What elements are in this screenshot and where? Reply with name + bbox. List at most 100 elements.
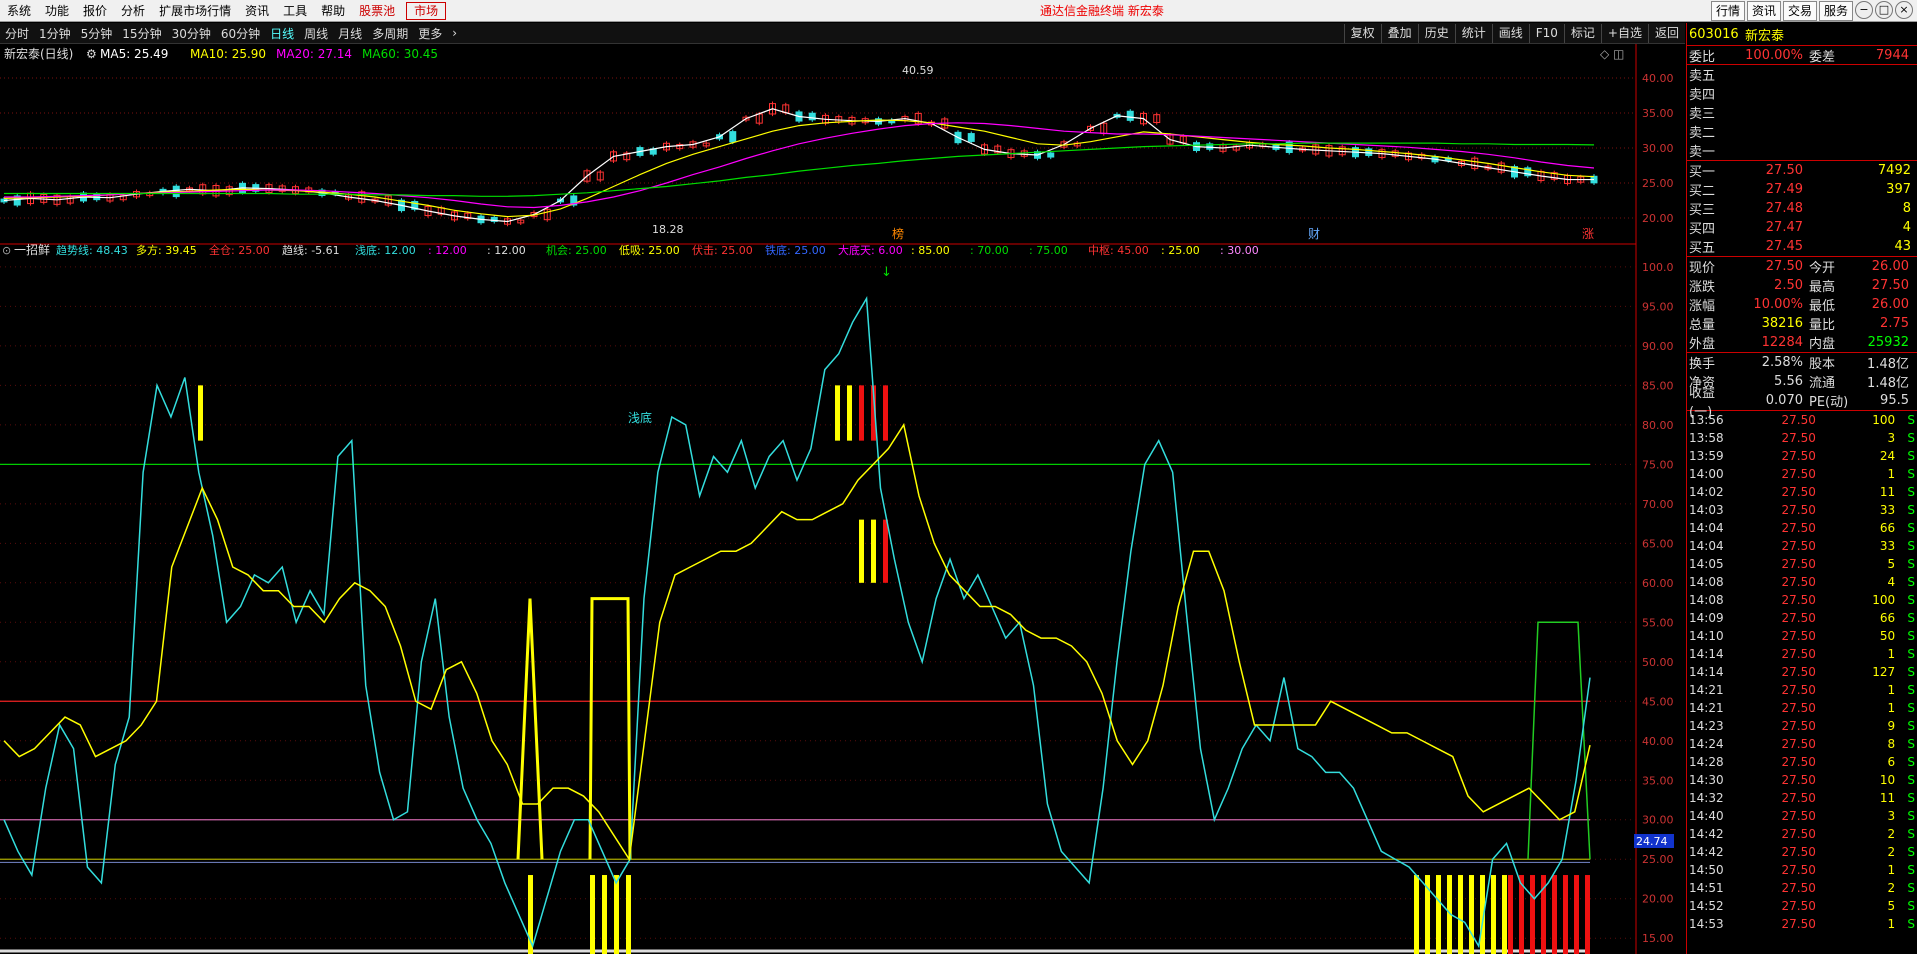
- f10-button[interactable]: F10: [1528, 24, 1564, 43]
- quote-label: 最高: [1809, 280, 1836, 295]
- menu-item-extended-market[interactable]: 扩展市场行情: [152, 0, 238, 22]
- more-periods-button[interactable]: 更多: [413, 25, 447, 42]
- quote-label: 总量: [1689, 318, 1716, 333]
- tick-row[interactable]: 14:28 27.50 6 S: [1687, 753, 1917, 771]
- menu-item-news[interactable]: 资讯: [238, 0, 276, 22]
- tick-volume: 11: [1879, 485, 1896, 499]
- service-button[interactable]: 服务: [1818, 1, 1853, 21]
- stats-button[interactable]: 统计: [1454, 24, 1492, 43]
- gear-icon[interactable]: ⚙: [86, 47, 97, 61]
- tick-row[interactable]: 14:52 27.50 5 S: [1687, 897, 1917, 915]
- period-tab[interactable]: 1分钟: [34, 25, 76, 42]
- tick-row[interactable]: 14:08 27.50 100 S: [1687, 591, 1917, 609]
- add-watchlist-button[interactable]: +自选: [1600, 24, 1648, 43]
- chevron-right-icon: ›: [452, 26, 458, 40]
- tick-price: 27.50: [1781, 665, 1816, 679]
- period-tab[interactable]: 多周期: [367, 25, 413, 42]
- menu-item-help[interactable]: 帮助: [314, 0, 352, 22]
- tick-row[interactable]: 14:24 27.50 8 S: [1687, 735, 1917, 753]
- tick-row[interactable]: 14:04 27.50 33 S: [1687, 537, 1917, 555]
- period-tab[interactable]: 60分钟: [216, 25, 265, 42]
- minimize-icon[interactable]: −: [1855, 1, 1873, 19]
- candle-body: [1047, 152, 1055, 158]
- tick-row[interactable]: 14:42 27.50 2 S: [1687, 825, 1917, 843]
- candle-body: [808, 112, 816, 121]
- tick-row[interactable]: 14:32 27.50 11 S: [1687, 789, 1917, 807]
- candle-body: [967, 133, 975, 142]
- tick-row[interactable]: 13:58 27.50 3 S: [1687, 429, 1917, 447]
- tick-row[interactable]: 14:08 27.50 4 S: [1687, 573, 1917, 591]
- maximize-icon[interactable]: □: [1875, 1, 1893, 19]
- tick-row[interactable]: 14:04 27.50 66 S: [1687, 519, 1917, 537]
- period-tab[interactable]: 15分钟: [117, 25, 166, 42]
- draw-button[interactable]: 画线: [1491, 24, 1529, 43]
- kline-panel[interactable]: 40.00 35.00 30.00 25.00 20.00 新宏泰(日线) ⚙ MA5:…: [0, 44, 1674, 954]
- menu-item-quote[interactable]: 报价: [76, 0, 114, 22]
- commission-diff-label: 委差: [1809, 49, 1836, 65]
- tick-row[interactable]: 14:42 27.50 2 S: [1687, 843, 1917, 861]
- period-tab-daily[interactable]: 日线: [265, 25, 299, 42]
- tick-list[interactable]: 13:56 27.50 100 S 13:58 27.50 3 S 13:59 27.50 24 S 1…: [1687, 410, 1917, 933]
- event-marker-finance[interactable]: 财: [1308, 227, 1320, 241]
- tick-row[interactable]: 14:10 27.50 50 S: [1687, 627, 1917, 645]
- tick-row[interactable]: 14:53 27.50 1 S: [1687, 915, 1917, 933]
- period-tab[interactable]: 30分钟: [167, 25, 216, 42]
- period-tab[interactable]: 月线: [333, 25, 367, 42]
- period-tab[interactable]: 5分钟: [76, 25, 118, 42]
- menu-item-system[interactable]: 系统: [0, 0, 38, 22]
- panel-control-icon[interactable]: ◇ ◫: [1600, 47, 1624, 61]
- close-icon[interactable]: ×: [1895, 1, 1913, 19]
- event-marker-rank[interactable]: 榜: [892, 226, 904, 241]
- indicator-panel[interactable]: 100.0 95.00 90.00 85.00 80.00 75.00 70.00 65.00…: [0, 243, 1674, 954]
- collapse-icon[interactable]: ⊙: [2, 244, 11, 257]
- stats-row: 现价 27.50 今开 26.00: [1687, 257, 1917, 276]
- event-marker-limit-up[interactable]: 涨: [1582, 226, 1594, 241]
- tick-row[interactable]: 14:05 27.50 5 S: [1687, 555, 1917, 573]
- chart-area[interactable]: 40.00 35.00 30.00 25.00 20.00 新宏泰(日线) ⚙ MA5:…: [0, 44, 1686, 954]
- tick-row[interactable]: 14:40 27.50 3 S: [1687, 807, 1917, 825]
- menu-item-stock-pool[interactable]: 股票池: [352, 0, 402, 22]
- tick-row[interactable]: 14:03 27.50 33 S: [1687, 501, 1917, 519]
- tick-row[interactable]: 13:56 27.50 100 S: [1687, 411, 1917, 429]
- tick-row[interactable]: 14:50 27.50 1 S: [1687, 861, 1917, 879]
- menu-bar: 系统 功能 报价 分析 扩展市场行情 资讯 工具 帮助 股票池 市场 通达信金融…: [0, 0, 1917, 22]
- menu-item-function[interactable]: 功能: [38, 0, 76, 22]
- period-tab[interactable]: 分时: [0, 25, 34, 42]
- adjust-button[interactable]: 复权: [1343, 24, 1381, 43]
- tick-row[interactable]: 14:23 27.50 9 S: [1687, 717, 1917, 735]
- quote-label: 今开: [1809, 261, 1836, 276]
- overlay-button[interactable]: 叠加: [1380, 24, 1418, 43]
- tick-row[interactable]: 14:14 27.50 1 S: [1687, 645, 1917, 663]
- tick-row[interactable]: 14:21 27.50 1 S: [1687, 681, 1917, 699]
- y-tick-label: 30.00: [1642, 814, 1674, 827]
- buy-level-label: 买五: [1689, 241, 1716, 256]
- y-tick-label: 60.00: [1642, 577, 1674, 590]
- mark-button[interactable]: 标记: [1563, 24, 1601, 43]
- tick-row[interactable]: 14:30 27.50 10 S: [1687, 771, 1917, 789]
- signal-bar: [1414, 875, 1419, 954]
- menu-item-analysis[interactable]: 分析: [114, 0, 152, 22]
- tick-row[interactable]: 14:09 27.50 66 S: [1687, 609, 1917, 627]
- low-price-label: 18.28: [652, 223, 684, 236]
- signal-bar: [871, 519, 876, 583]
- menu-item-tools[interactable]: 工具: [276, 0, 314, 22]
- tick-row[interactable]: 14:02 27.50 11 S: [1687, 483, 1917, 501]
- tick-row[interactable]: 14:00 27.50 1 S: [1687, 465, 1917, 483]
- tick-price: 27.50: [1781, 539, 1816, 553]
- news-button[interactable]: 资讯: [1746, 1, 1781, 21]
- tick-price: 27.50: [1781, 647, 1816, 661]
- y-tick-label: 20.00: [1642, 893, 1674, 906]
- menu-item-market[interactable]: 市场: [406, 1, 447, 20]
- tick-row[interactable]: 14:21 27.50 1 S: [1687, 699, 1917, 717]
- buy-volume: 7492: [1877, 163, 1911, 178]
- period-tab[interactable]: 周线: [299, 25, 333, 42]
- tick-row[interactable]: 13:59 27.50 24 S: [1687, 447, 1917, 465]
- tick-row[interactable]: 14:14 27.50 127 S: [1687, 663, 1917, 681]
- quote-button[interactable]: 行情: [1710, 1, 1745, 21]
- tick-row[interactable]: 14:51 27.50 2 S: [1687, 879, 1917, 897]
- quote-label: 最低: [1809, 299, 1836, 314]
- signal-bar: [1458, 875, 1463, 954]
- back-button[interactable]: 返回: [1647, 24, 1685, 43]
- history-button[interactable]: 历史: [1417, 24, 1455, 43]
- trade-button[interactable]: 交易: [1782, 1, 1817, 21]
